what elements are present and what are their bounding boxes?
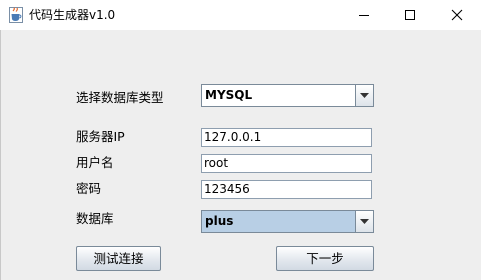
database-dropdown-button[interactable] [355,211,373,232]
chevron-down-icon [360,93,369,98]
db-type-dropdown-button[interactable] [355,85,373,106]
username-label: 用户名 [76,155,114,170]
database-value: plus [205,214,234,228]
password-label: 密码 [76,181,102,196]
database-select[interactable]: plus [201,210,374,233]
password-field[interactable]: 123456 [201,180,372,199]
test-connection-button[interactable]: 测试连接 [76,246,161,271]
username-field[interactable]: root [201,154,372,173]
close-button[interactable] [434,0,480,30]
window-title: 代码生成器v1.0 [29,8,116,22]
next-step-button[interactable]: 下一步 [276,246,374,271]
db-type-label: 选择数据库类型 [76,90,164,105]
java-cup-icon [9,7,23,23]
database-label: 数据库 [76,211,114,226]
close-icon [451,9,463,21]
minimize-button[interactable] [341,0,387,30]
db-type-select[interactable]: MYSQL [201,84,374,107]
maximize-icon [405,10,415,20]
title-bar[interactable]: 代码生成器v1.0 [0,0,481,30]
chevron-down-icon [360,219,369,224]
server-ip-field[interactable]: 127.0.0.1 [201,128,372,147]
maximize-button[interactable] [387,0,433,30]
server-ip-label: 服务器IP [76,129,125,144]
window-left-border [0,30,1,280]
db-type-value: MYSQL [205,88,253,102]
minimize-icon [359,15,369,16]
